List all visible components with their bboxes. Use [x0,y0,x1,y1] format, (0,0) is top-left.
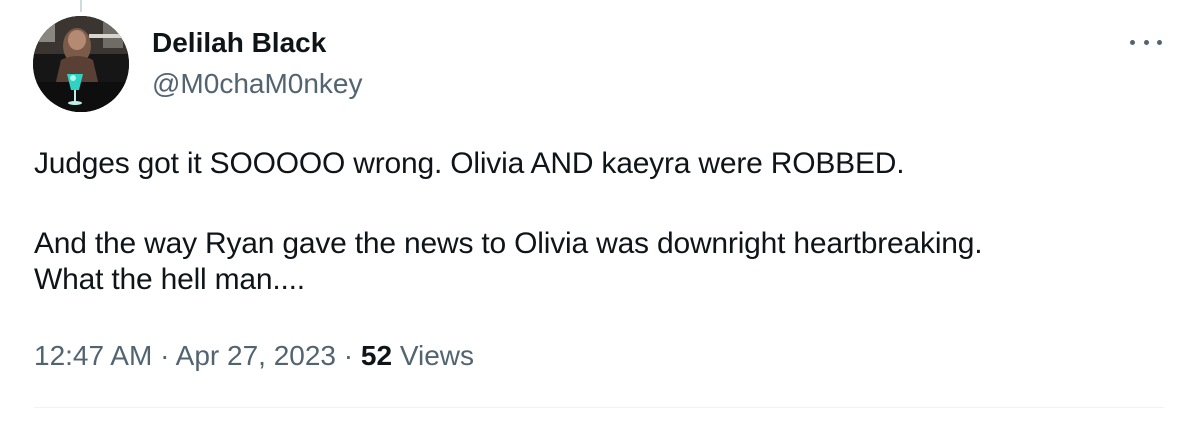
tweet-metadata: 12:47 AM · Apr 27, 2023 · 52 Views [34,339,474,373]
ellipsis-icon [1143,39,1149,45]
author-display-name[interactable]: Delilah Black [152,26,326,60]
author-handle[interactable]: @M0chaM0nkey [152,67,363,101]
avatar[interactable] [33,16,129,112]
meta-separator: · [343,340,354,371]
meta-separator: · [160,340,170,371]
tweet-paragraph: And the way Ryan gave the news to Olivia… [34,227,983,260]
ellipsis-icon [1130,39,1135,45]
ellipsis-icon [1157,39,1162,45]
thread-connector-line [80,0,82,12]
tweet-card: Delilah Black @M0chaM0nkey Judges got it… [0,0,1188,446]
tweet-paragraph: Judges got it SOOOOO wrong. Olivia AND k… [34,147,905,180]
tweet-time[interactable]: 12:47 AM [34,340,152,371]
avatar-photo [33,16,129,112]
tweet-date[interactable]: Apr 27, 2023 [176,340,336,371]
more-options-button[interactable] [1128,28,1164,56]
divider [34,407,1164,408]
tweet-paragraph: What the hell man.... [34,263,305,296]
views-count[interactable]: 52 [361,340,392,371]
tweet-text: Judges got it SOOOOO wrong. Olivia AND k… [34,146,1164,298]
views-label[interactable]: Views [400,340,474,371]
